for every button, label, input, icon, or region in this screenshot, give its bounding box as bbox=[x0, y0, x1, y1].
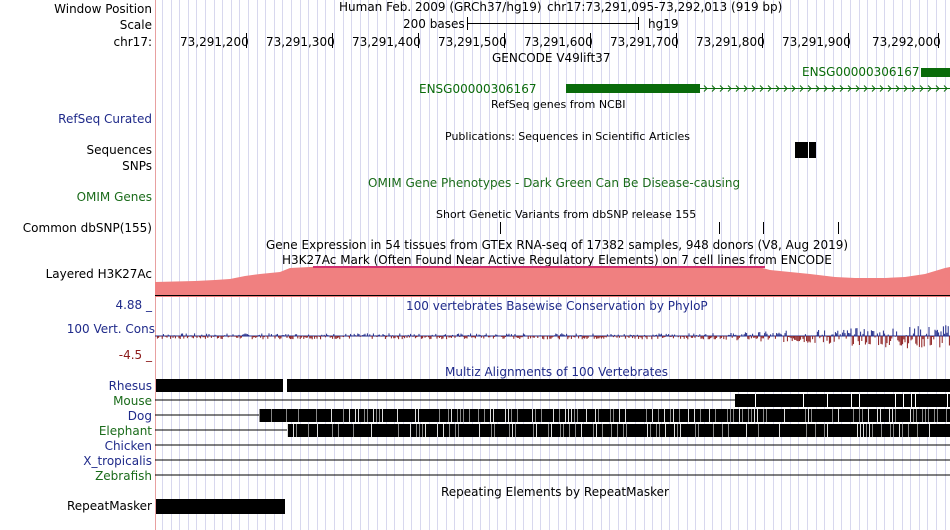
gene-a-exon[interactable] bbox=[566, 84, 700, 93]
h3k27ac-track-label[interactable]: Layered H3K27Ac bbox=[46, 267, 152, 281]
ruler-tick bbox=[762, 33, 763, 48]
snp-mark[interactable] bbox=[500, 222, 501, 234]
sequences-track-label[interactable]: Sequences bbox=[87, 143, 152, 157]
ruler-coordinate: 73,292,000 bbox=[872, 35, 941, 49]
multiz-track-title: Multiz Alignments of 100 Vertebrates bbox=[445, 365, 669, 379]
h3k27ac-area bbox=[155, 266, 950, 297]
snp-mark[interactable] bbox=[763, 222, 764, 234]
scale-bar-right-end bbox=[638, 17, 639, 30]
scale-bar-left-end bbox=[467, 17, 468, 30]
ruler-tick bbox=[418, 33, 419, 48]
species-label-zebrafish[interactable]: Zebrafish bbox=[95, 469, 152, 483]
sequence-feature-gap bbox=[808, 142, 809, 158]
ruler-tick bbox=[848, 33, 849, 48]
species-label-x_tropicalis[interactable]: X_tropicalis bbox=[83, 454, 152, 468]
cons-min-label: -4.5 _ bbox=[118, 348, 152, 362]
snps-track-label[interactable]: SNPs bbox=[122, 159, 152, 173]
dbsnp-track-title: Short Genetic Variants from dbSNP releas… bbox=[436, 208, 697, 221]
phylop-signal[interactable] bbox=[155, 312, 950, 360]
gencode-track-title: GENCODE V49lift37 bbox=[492, 51, 611, 65]
gene-b-exon[interactable] bbox=[921, 68, 950, 77]
repeat-track-title: Repeating Elements by RepeatMasker bbox=[441, 485, 669, 499]
ruler-coordinate: 73,291,900 bbox=[782, 35, 851, 49]
ruler-coordinate: 73,291,600 bbox=[524, 35, 593, 49]
snp-mark[interactable] bbox=[838, 222, 839, 234]
ruler-coordinate: 73,291,800 bbox=[696, 35, 765, 49]
assembly-title: Human Feb. 2009 (GRCh37/hg19) bbox=[339, 0, 542, 14]
ruler-coordinate: 73,291,500 bbox=[438, 35, 507, 49]
gene-a-intron[interactable] bbox=[700, 83, 950, 94]
ruler-coordinate: 73,291,200 bbox=[180, 35, 249, 49]
omim-track-title: OMIM Gene Phenotypes - Dark Green Can Be… bbox=[368, 176, 741, 190]
species-label-elephant[interactable]: Elephant bbox=[99, 424, 152, 438]
refseq-track-label[interactable]: RefSeq Curated bbox=[58, 112, 152, 126]
ruler-tick bbox=[676, 33, 677, 48]
species-label-dog[interactable]: Dog bbox=[128, 409, 152, 423]
scale-label: Scale bbox=[119, 18, 152, 32]
multiz-alignments[interactable] bbox=[155, 378, 950, 484]
gene-label-a[interactable]: ENSG00000306167 bbox=[419, 82, 536, 96]
chr-label: chr17: bbox=[113, 35, 152, 49]
species-label-chicken[interactable]: Chicken bbox=[105, 439, 152, 453]
scale-bases: 200 bases bbox=[403, 17, 465, 31]
ruler-tick bbox=[332, 33, 333, 48]
dbsnp-track-label[interactable]: Common dbSNP(155) bbox=[23, 221, 152, 235]
snp-mark[interactable] bbox=[719, 222, 720, 234]
cons-max-label: 4.88 _ bbox=[115, 298, 152, 312]
phylop-track-title: 100 vertebrates Basewise Conservation by… bbox=[406, 299, 708, 313]
ruler-coordinate: 73,291,700 bbox=[610, 35, 679, 49]
h3k27ac-signal[interactable] bbox=[155, 264, 950, 297]
species-label-rhesus[interactable]: Rhesus bbox=[109, 379, 152, 393]
ruler-coordinate: 73,291,400 bbox=[352, 35, 421, 49]
ruler-tick bbox=[246, 33, 247, 48]
gene-label-b[interactable]: ENSG00000306167 bbox=[802, 65, 919, 79]
species-label-mouse[interactable]: Mouse bbox=[113, 394, 152, 408]
scale-db: hg19 bbox=[648, 17, 679, 31]
cons-track-label[interactable]: 100 Vert. Cons bbox=[67, 322, 155, 336]
scale-bar bbox=[467, 23, 639, 24]
gtex-track-title: Gene Expression in 54 tissues from GTEx … bbox=[266, 238, 849, 252]
refseq-track-title: RefSeq genes from NCBI bbox=[491, 98, 626, 111]
position-readout: chr17:73,291,095-73,292,013 (919 bp) bbox=[547, 0, 783, 14]
ruler-tick bbox=[590, 33, 591, 48]
pubs-track-title: Publications: Sequences in Scientific Ar… bbox=[445, 130, 690, 143]
omim-track-label[interactable]: OMIM Genes bbox=[77, 190, 152, 204]
ruler-tick bbox=[504, 33, 505, 48]
repeatmasker-track-label[interactable]: RepeatMasker bbox=[67, 499, 152, 513]
repeat-element[interactable] bbox=[156, 499, 285, 514]
ruler-coordinate: 73,291,300 bbox=[266, 35, 335, 49]
ruler-tick bbox=[938, 33, 939, 48]
sequence-feature[interactable] bbox=[795, 142, 816, 158]
window-position-label: Window Position bbox=[54, 2, 152, 16]
